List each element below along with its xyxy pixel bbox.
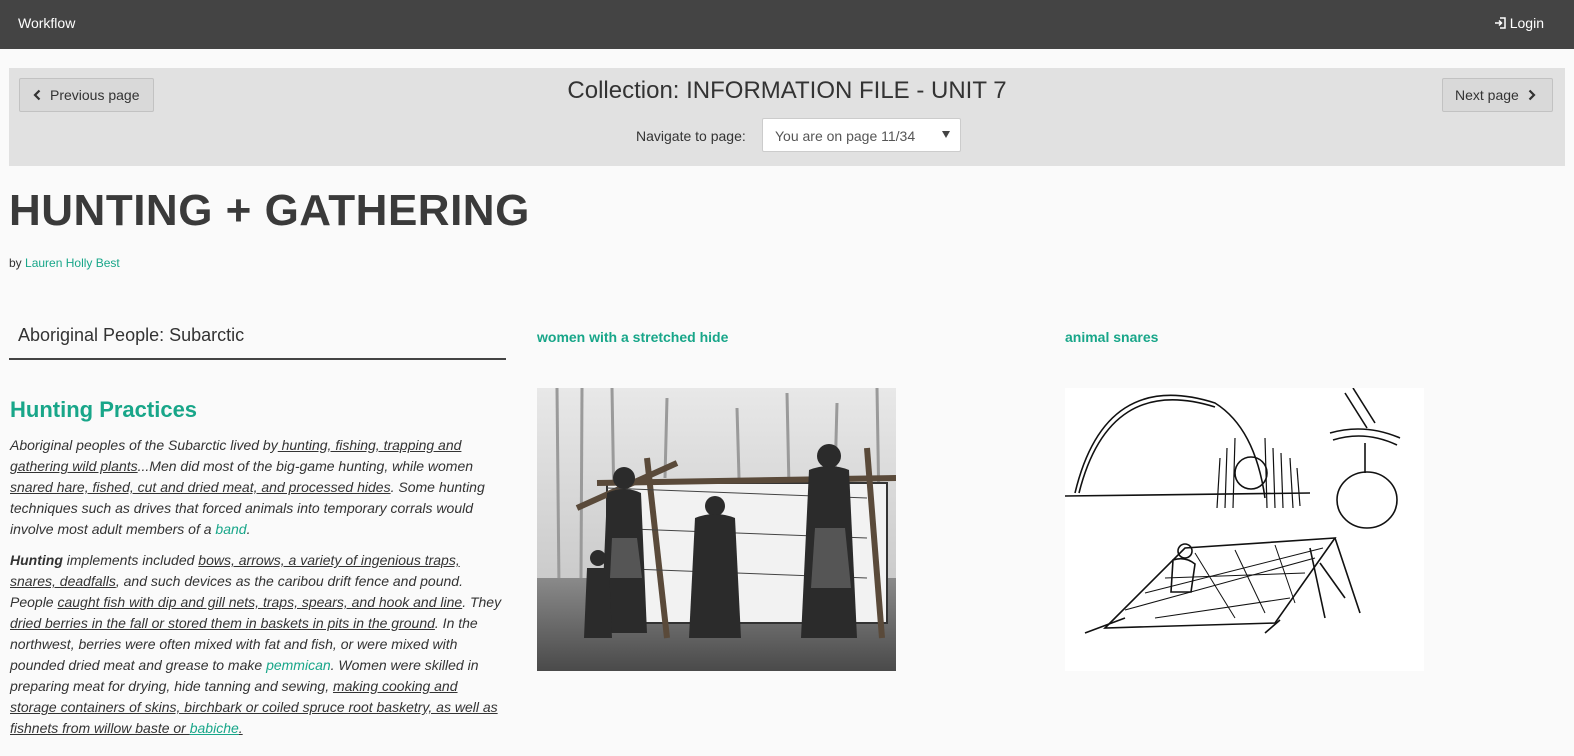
next-page-button[interactable]: Next page xyxy=(1442,78,1553,112)
babiche-link[interactable]: babiche xyxy=(190,720,239,736)
login-link[interactable]: Login xyxy=(1494,15,1544,31)
author-link[interactable]: Lauren Holly Best xyxy=(25,256,120,270)
underlined-text: . xyxy=(238,720,243,736)
section-title: Hunting Practices xyxy=(10,397,198,422)
article-text: Aboriginal peoples of the Subarctic live… xyxy=(10,435,506,749)
text-run: Aboriginal peoples of the Subarctic live… xyxy=(10,437,278,453)
animal-snares-drawing[interactable] xyxy=(1065,388,1424,671)
page-title: HUNTING + GATHERING xyxy=(9,186,530,235)
collection-title: Collection: INFORMATION FILE - UNIT 7 xyxy=(567,77,1007,104)
bold-text: Hunting xyxy=(10,552,63,568)
panel-heading-text: Aboriginal People: Subarctic xyxy=(18,325,245,345)
paragraph-2: Hunting implements included bows, arrows… xyxy=(10,550,506,739)
navigate-label: Navigate to page: xyxy=(636,128,746,144)
next-page-label: Next page xyxy=(1455,87,1519,103)
brand-link[interactable]: Workflow xyxy=(18,15,75,31)
page-select-value: You are on page 11/34 xyxy=(775,128,916,144)
collection-bar: Previous page Collection: INFORMATION FI… xyxy=(9,68,1565,166)
paragraph-1: Aboriginal peoples of the Subarctic live… xyxy=(10,435,506,540)
page-select[interactable]: You are on page 11/34 xyxy=(762,118,961,152)
panel-heading: Aboriginal People: Subarctic xyxy=(9,312,506,360)
band-link[interactable]: band xyxy=(215,521,246,537)
pemmican-link[interactable]: pemmican xyxy=(266,657,331,673)
top-navbar: Workflow Login xyxy=(0,0,1574,49)
text-run: ...Men did most of the big-game hunting,… xyxy=(137,458,474,474)
image-title-link[interactable]: women with a stretched hide xyxy=(537,329,728,345)
sign-in-icon xyxy=(1494,17,1506,29)
underlined-text: snared hare, fished, cut and dried meat,… xyxy=(10,479,391,495)
chevron-right-icon xyxy=(1528,89,1536,101)
underlined-text: dried berries in the fall or stored them… xyxy=(10,615,435,631)
text-run: . They xyxy=(462,594,502,610)
byline-prefix: by xyxy=(9,256,22,270)
login-label: Login xyxy=(1509,15,1544,31)
women-stretched-hide-photo[interactable] xyxy=(537,388,896,671)
dropdown-caret-icon xyxy=(942,131,950,138)
text-run: . xyxy=(246,521,251,537)
byline: by Lauren Holly Best xyxy=(9,256,120,270)
image-title-link[interactable]: animal snares xyxy=(1065,329,1158,345)
text-run: implements included xyxy=(62,552,199,568)
underlined-text: caught fish with dip and gill nets, trap… xyxy=(57,594,463,610)
